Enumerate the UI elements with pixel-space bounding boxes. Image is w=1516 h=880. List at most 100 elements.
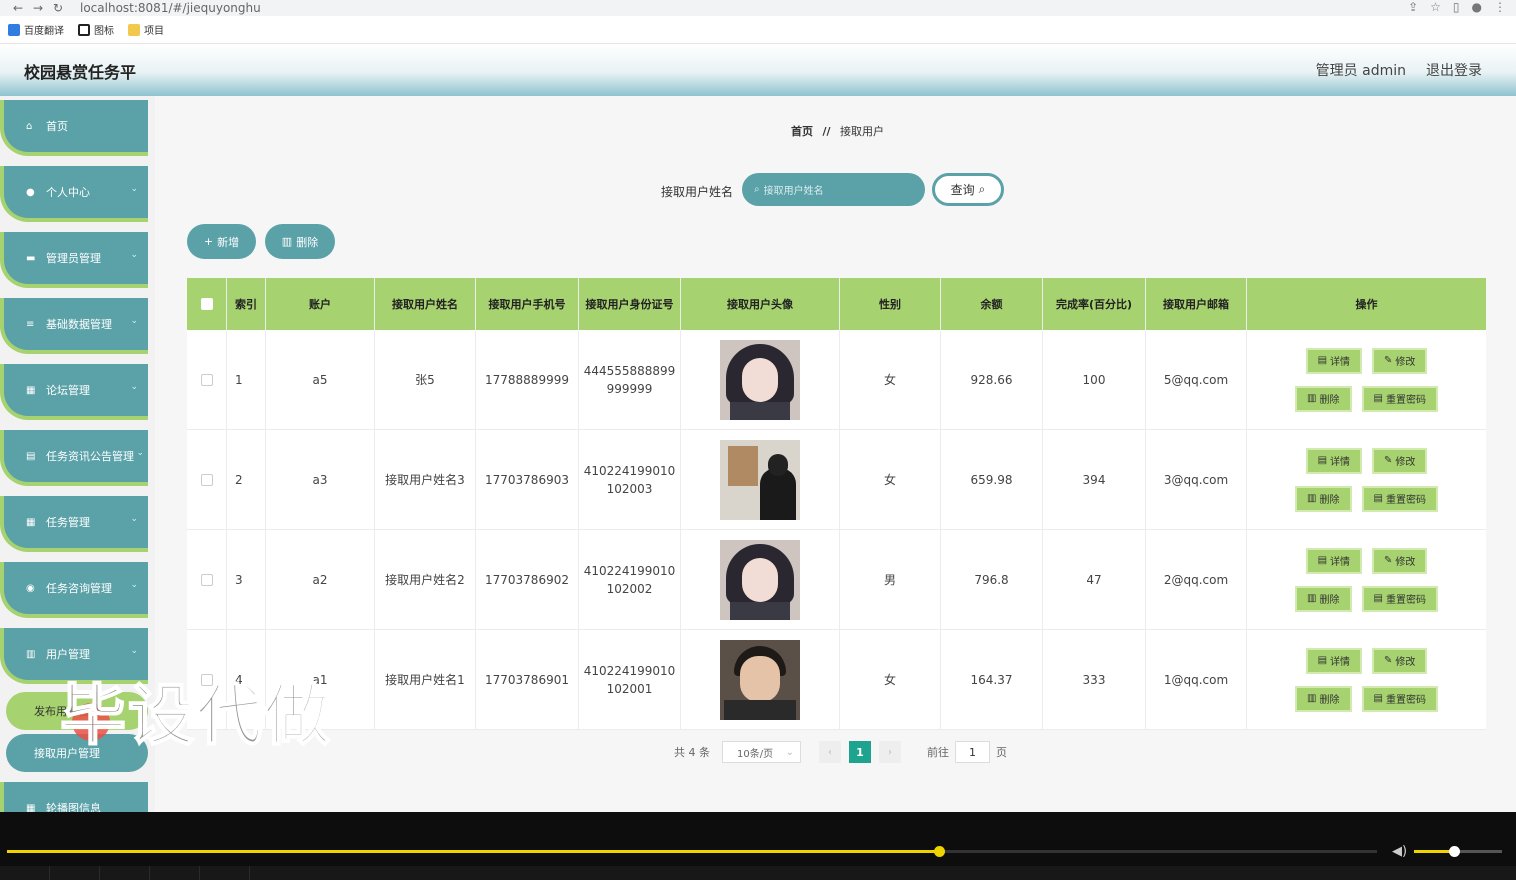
reset-password-button[interactable]: ▤ 重置密码 [1361,685,1438,712]
url-text[interactable]: localhost:8081/#/jiequyonghu [80,1,261,15]
cell-email: 3@qq.com [1146,430,1247,529]
table-row: 4 a1 接取用户姓名1 17703786901 410224199010102… [187,630,1486,730]
volume-handle[interactable] [1448,846,1460,857]
watermark: 毕设代做 [59,676,332,755]
table-row: 1 a5 张5 17788889999 444555888899999999 女… [187,330,1486,430]
prev-page-button[interactable]: ‹ [819,741,841,763]
table-row: 3 a2 接取用户姓名2 17703786902 410224199010102… [187,530,1486,630]
taskbar-item[interactable] [100,866,150,880]
search-placeholder: 接取用户姓名 [763,186,824,197]
chevron-down-icon: ⌄ [785,746,794,758]
reset-password-button[interactable]: ▤ 重置密码 [1361,385,1438,412]
sidebar-item-announcements[interactable]: ▤ 任务资讯公告管理 ⌄ [0,430,148,486]
reload-icon[interactable]: ↻ [48,1,68,15]
share-icon[interactable]: ⇪ [1408,0,1418,14]
logout-button[interactable]: 退出登录 [1426,60,1482,80]
bookmark-project[interactable]: 项目 [128,22,164,37]
avatar [720,639,800,720]
goto-page-input[interactable]: 1 [955,741,990,763]
bookmark-translate[interactable]: 百度翻译 [8,22,64,37]
reset-password-button[interactable]: ▤ 重置密码 [1361,585,1438,612]
row-checkbox[interactable] [200,473,213,486]
page-size-select[interactable]: 10条/页 ⌄ [722,741,801,763]
cell-name: 接取用户姓名2 [375,530,476,629]
taskbar-item[interactable] [0,866,50,880]
detail-button[interactable]: ▤ 详情 [1305,447,1363,474]
row-checkbox[interactable] [200,573,213,586]
document-icon: ▤ [1373,693,1383,704]
edit-button[interactable]: ✎ 修改 [1372,647,1428,674]
video-progress-handle[interactable] [933,846,945,857]
current-user: 管理员 admin [1315,63,1406,79]
bookmarks-bar: 百度翻译 图标 项目 [0,16,1516,44]
star-icon[interactable]: ☆ [1430,0,1441,14]
chevron-down-icon: ⌄ [130,646,138,656]
video-progress-bar[interactable] [7,846,1377,857]
delete-button[interactable]: ▥ 删除 [1295,385,1352,412]
search-button[interactable]: 查询 ⌕ [932,173,1004,206]
delete-button[interactable]: ▥ 删除 [1295,485,1352,512]
document-icon: ▤ [1373,593,1383,604]
browser-address-bar: ← → ↻ localhost:8081/#/jiequyonghu ⇪ ☆ ▯… [0,0,1516,16]
edit-button[interactable]: ✎ 修改 [1372,547,1428,574]
detail-button[interactable]: ▤ 详情 [1305,547,1363,574]
chevron-down-icon: ⌄ [130,580,138,590]
next-page-button[interactable]: › [879,741,901,763]
sidebar-item-forum[interactable]: ▦ 论坛管理 ⌄ [0,364,148,420]
sidebar-item-tasks[interactable]: ▦ 任务管理 ⌄ [0,496,148,552]
batch-delete-button[interactable]: ▥ 删除 [265,224,335,259]
edit-button[interactable]: ✎ 修改 [1372,347,1428,374]
header-rate: 完成率(百分比) [1043,278,1146,330]
sidebar-item-admin[interactable]: ▬ 管理员管理 ⌄ [0,232,148,288]
delete-button[interactable]: ▥ 删除 [1295,585,1352,612]
taskbar [0,866,1516,880]
add-button[interactable]: + 新增 [187,224,256,259]
grid-icon: ▦ [26,516,36,528]
row-checkbox[interactable] [200,373,213,386]
cell-idcard: 444555888899999999 [579,330,681,429]
more-icon[interactable]: ⋮ [1494,0,1506,14]
profile-icon[interactable]: ● [1472,0,1482,14]
sidebar-item-home[interactable]: ⌂ 首页 [0,100,148,156]
breadcrumb-home[interactable]: 首页 [791,125,813,138]
forward-icon[interactable]: → [28,1,48,15]
volume-icon[interactable]: ◀) [1392,844,1407,859]
trash-icon: ▥ [1307,493,1317,504]
bookmark-icons[interactable]: 图标 [78,22,114,37]
taskbar-item[interactable] [50,866,100,880]
edit-button[interactable]: ✎ 修改 [1372,447,1428,474]
cell-gender: 男 [840,530,941,629]
sidebar-item-carousel[interactable]: ▦ 轮播图信息 [0,782,148,812]
page-unit: 页 [996,746,1007,759]
sidebar-item-basic-data[interactable]: ≡ 基础数据管理 ⌄ [0,298,148,354]
chevron-left-icon: ‹ [828,746,832,758]
trash-icon: ▥ [1307,693,1317,704]
detail-button[interactable]: ▤ 详情 [1305,647,1363,674]
volume-slider[interactable] [1414,846,1502,857]
video-progress-fill [7,850,939,853]
delete-button[interactable]: ▥ 删除 [1295,685,1352,712]
detail-button[interactable]: ▤ 详情 [1305,347,1363,374]
header-phone: 接取用户手机号 [476,278,579,330]
cell-rate: 394 [1043,430,1146,529]
taskbar-item[interactable] [200,866,250,880]
sidebar-icon[interactable]: ▯ [1453,0,1460,14]
header-avatar: 接取用户头像 [681,278,840,330]
taskbar-item[interactable] [150,866,200,880]
current-page[interactable]: 1 [849,741,871,763]
image-icon [78,23,90,36]
search-input[interactable]: ⌕ 接取用户姓名 [742,173,925,206]
chevron-down-icon: ⌄ [130,382,138,392]
video-player-bar: ◀) [0,812,1516,880]
cell-rate: 47 [1043,530,1146,629]
select-all-checkbox[interactable] [200,298,213,310]
sidebar-item-task-consult[interactable]: ◉ 任务咨询管理 ⌄ [0,562,148,618]
cell-rate: 100 [1043,330,1146,429]
header-account: 账户 [266,278,375,330]
user-icon: ● [26,186,35,198]
reset-password-button[interactable]: ▤ 重置密码 [1361,485,1438,512]
sidebar-item-profile[interactable]: ● 个人中心 ⌄ [0,166,148,222]
cell-index: 3 [227,530,266,629]
users-table: 索引 账户 接取用户姓名 接取用户手机号 接取用户身份证号 接取用户头像 性别 … [187,278,1486,730]
back-icon[interactable]: ← [8,1,28,15]
